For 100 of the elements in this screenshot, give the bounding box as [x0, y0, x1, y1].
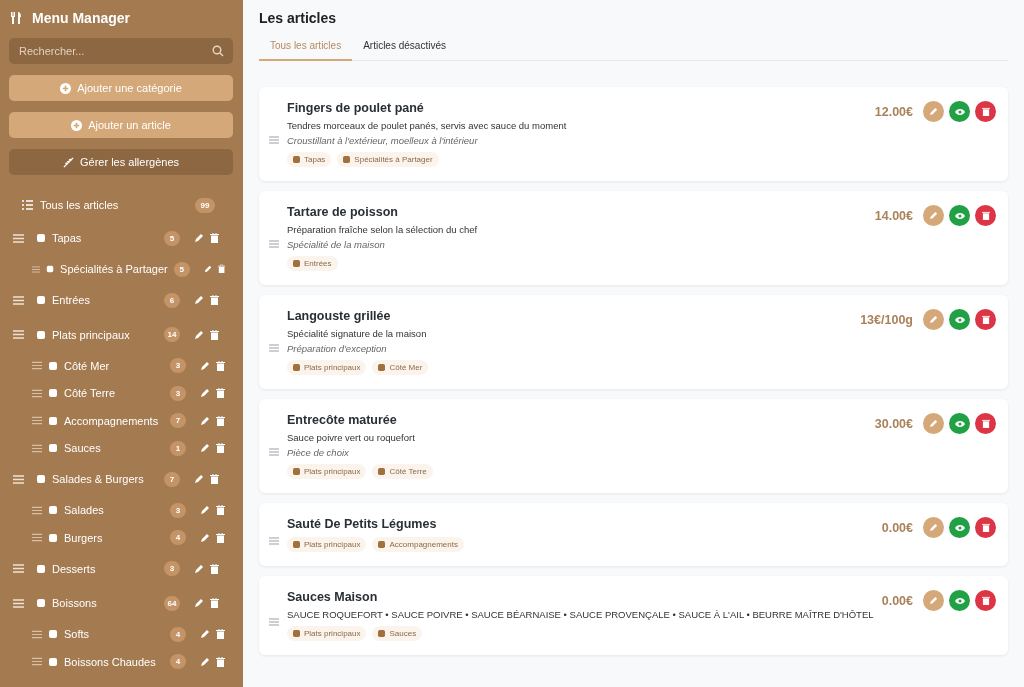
subcategory-item[interactable]: Burgers	[64, 531, 164, 544]
category-icon	[36, 329, 46, 340]
drag-handle-icon[interactable]	[269, 240, 279, 248]
drag-handle-icon[interactable]	[269, 136, 279, 144]
tab[interactable]: Articles désactivés	[352, 40, 457, 61]
trash-icon[interactable]	[210, 598, 219, 609]
trash-icon[interactable]	[210, 563, 219, 574]
trash-icon[interactable]	[216, 360, 225, 371]
subcategory-item[interactable]: Côté Mer	[64, 359, 164, 372]
drag-handle-icon[interactable]	[269, 617, 279, 626]
delete-button[interactable]	[975, 517, 996, 538]
visibility-button[interactable]	[949, 413, 970, 434]
visibility-button[interactable]	[949, 309, 970, 330]
article-price: 0.00€	[881, 520, 913, 535]
drag-handle-icon[interactable]	[32, 629, 42, 639]
category-item[interactable]: Salades & Burgers	[52, 473, 158, 486]
trash-icon[interactable]	[210, 329, 219, 340]
article-description: Tendres morceaux de poulet panés, servis avec sauce du moment	[287, 120, 568, 131]
subcategory-item[interactable]: Salades	[64, 504, 164, 517]
drag-handle-icon[interactable]	[32, 505, 42, 515]
edit-button[interactable]	[923, 413, 944, 434]
trash-icon[interactable]	[217, 264, 225, 275]
trash-icon[interactable]	[216, 656, 225, 667]
visibility-button[interactable]	[949, 205, 970, 226]
subcategory-item[interactable]: Boissons Chaudes	[64, 655, 164, 668]
drag-handle-icon[interactable]	[32, 416, 42, 426]
pencil-icon[interactable]	[194, 563, 204, 574]
pencil-icon[interactable]	[200, 629, 210, 640]
category-item[interactable]: Plats principaux	[52, 328, 158, 341]
category-tag: Entrées	[287, 256, 338, 271]
pencil-icon[interactable]	[194, 329, 204, 340]
visibility-button[interactable]	[949, 517, 970, 538]
pencil-icon[interactable]	[203, 264, 212, 275]
subcategory-item[interactable]: Côté Terre	[64, 387, 164, 400]
article-price: 30.00€	[874, 416, 913, 431]
trash-icon[interactable]	[216, 443, 225, 454]
trash-icon[interactable]	[216, 505, 225, 516]
drag-handle-icon[interactable]	[32, 264, 41, 274]
visibility-button[interactable]	[949, 590, 970, 611]
category-tag: Plats principaux	[287, 626, 367, 641]
subcategory-item[interactable]: Softs	[64, 628, 164, 641]
drag-handle-icon[interactable]	[32, 388, 42, 398]
pencil-icon[interactable]	[194, 233, 204, 244]
category-item[interactable]: Boissons	[52, 597, 158, 610]
trash-icon[interactable]	[210, 295, 219, 306]
delete-button[interactable]	[975, 413, 996, 434]
edit-button[interactable]	[923, 590, 944, 611]
pencil-icon[interactable]	[200, 360, 210, 371]
count-badge: 14	[164, 327, 180, 343]
drag-handle-icon[interactable]	[269, 536, 279, 545]
drag-handle-icon[interactable]	[269, 448, 279, 456]
pencil-icon[interactable]	[200, 443, 210, 454]
article-note: Pièce de choix	[287, 447, 350, 458]
trash-icon	[981, 596, 990, 605]
sidebar-button[interactable]: Ajouter un article	[9, 112, 233, 138]
delete-button[interactable]	[975, 309, 996, 330]
all-articles-item[interactable]: Tous les articles 99	[9, 197, 233, 213]
eye-icon	[954, 107, 965, 116]
subcategory-item[interactable]: Sauces	[64, 442, 164, 455]
edit-button[interactable]	[923, 101, 944, 122]
pencil-icon[interactable]	[194, 474, 204, 485]
visibility-button[interactable]	[949, 101, 970, 122]
trash-icon[interactable]	[216, 532, 225, 543]
drag-handle-icon[interactable]	[32, 657, 42, 667]
category-item[interactable]: Desserts	[52, 562, 158, 575]
pencil-icon[interactable]	[200, 415, 210, 426]
subcategory-item[interactable]: Spécialités à Partager	[60, 263, 168, 276]
sidebar-button[interactable]: Gérer les allergènes	[9, 149, 233, 175]
drag-handle-icon[interactable]	[269, 344, 279, 352]
category-icon	[48, 656, 58, 667]
pencil-icon[interactable]	[200, 656, 210, 667]
category-icon	[36, 295, 46, 306]
category-icon	[293, 364, 300, 371]
search-field[interactable]: Rechercher...	[9, 38, 233, 64]
category-item[interactable]: Entrées	[52, 294, 158, 307]
trash-icon[interactable]	[210, 474, 219, 485]
pencil-icon[interactable]	[200, 388, 210, 399]
delete-button[interactable]	[975, 590, 996, 611]
pencil-icon[interactable]	[200, 532, 210, 543]
sidebar-button[interactable]: Ajouter une catégorie	[9, 75, 233, 101]
pencil-icon[interactable]	[194, 598, 204, 609]
subcategory-item[interactable]: Accompagnements	[64, 414, 164, 427]
drag-handle-icon[interactable]	[32, 361, 42, 371]
delete-button[interactable]	[975, 101, 996, 122]
drag-handle-icon[interactable]	[32, 443, 42, 453]
eye-icon	[954, 596, 965, 605]
trash-icon[interactable]	[216, 415, 225, 426]
category-icon	[343, 156, 351, 163]
trash-icon[interactable]	[216, 388, 225, 399]
edit-button[interactable]	[923, 309, 944, 330]
trash-icon[interactable]	[216, 629, 225, 640]
drag-handle-icon[interactable]	[32, 533, 42, 543]
pencil-icon[interactable]	[200, 505, 210, 516]
category-item[interactable]: Tapas	[52, 232, 158, 245]
delete-button[interactable]	[975, 205, 996, 226]
edit-button[interactable]	[923, 205, 944, 226]
trash-icon[interactable]	[210, 233, 219, 244]
pencil-icon[interactable]	[194, 295, 204, 306]
edit-button[interactable]	[923, 517, 944, 538]
tab[interactable]: Tous les articles	[259, 40, 353, 61]
